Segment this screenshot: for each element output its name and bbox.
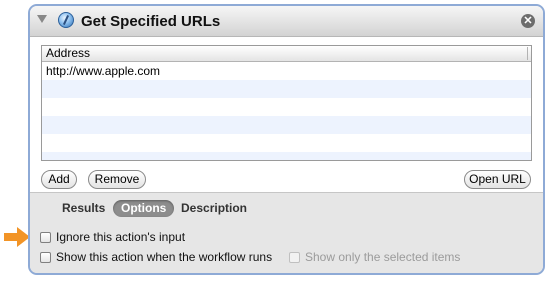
action-content: Address http://www.apple.com Add Remove … <box>30 37 543 192</box>
orange-arrow-icon <box>4 227 30 247</box>
action-title: Get Specified URLs <box>81 13 221 30</box>
url-table[interactable]: Address http://www.apple.com <box>41 45 532 161</box>
show-selected-label: Show only the selected items <box>305 250 461 264</box>
add-button[interactable]: Add <box>41 170 77 189</box>
close-icon[interactable]: ✕ <box>521 14 535 28</box>
table-row[interactable] <box>42 152 531 160</box>
disclosure-triangle-icon[interactable] <box>37 15 47 23</box>
show-selected-checkbox <box>289 252 300 263</box>
tab-results[interactable]: Results <box>62 200 105 217</box>
column-resize-handle[interactable] <box>527 47 528 60</box>
show-selected-option: Show only the selected items <box>289 250 460 264</box>
show-action-checkbox[interactable] <box>40 252 51 263</box>
show-action-option[interactable]: Show this action when the workflow runs <box>40 250 272 264</box>
table-row[interactable] <box>42 98 531 116</box>
show-action-label: Show this action when the workflow runs <box>56 250 273 264</box>
column-header-label: Address <box>46 46 91 60</box>
column-header-address[interactable]: Address <box>42 46 531 62</box>
ignore-input-checkbox[interactable] <box>40 232 51 243</box>
table-row[interactable] <box>42 134 531 152</box>
table-row[interactable] <box>42 80 531 98</box>
ignore-input-option[interactable]: Ignore this action's input <box>40 230 185 244</box>
url-rows: http://www.apple.com <box>42 62 531 160</box>
table-row[interactable]: http://www.apple.com <box>42 62 531 80</box>
tab-description[interactable]: Description <box>181 200 247 217</box>
action-panel: Get Specified URLs ✕ Address http://www.… <box>28 4 545 275</box>
table-row[interactable] <box>42 116 531 134</box>
tab-options[interactable]: Options <box>113 200 175 217</box>
automator-action-icon <box>58 12 74 28</box>
ignore-input-label: Ignore this action's input <box>56 230 186 244</box>
remove-button[interactable]: Remove <box>88 170 146 189</box>
action-titlebar: Get Specified URLs ✕ <box>30 6 543 37</box>
options-area: Results Options Description Ignore this … <box>30 192 543 273</box>
open-url-button[interactable]: Open URL <box>464 170 531 189</box>
